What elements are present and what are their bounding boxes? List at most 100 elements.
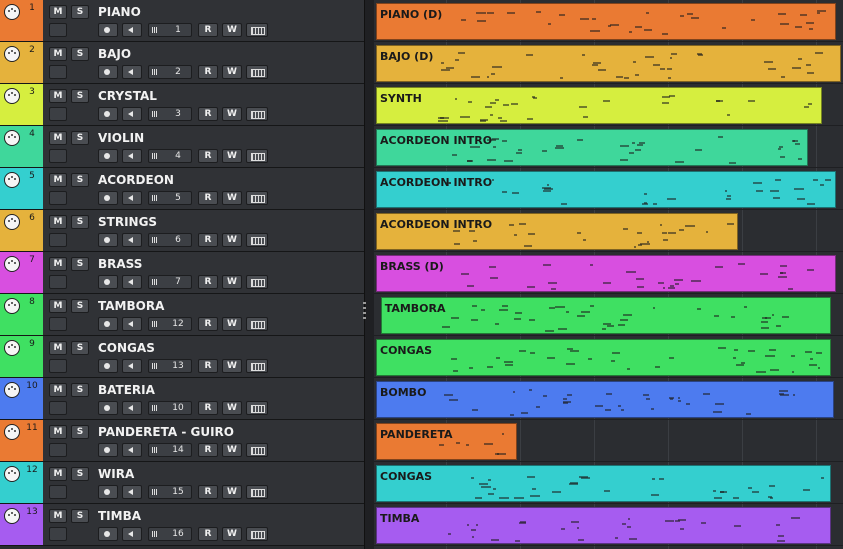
solo-button[interactable]: S bbox=[71, 215, 89, 229]
midi-connector-icon[interactable] bbox=[4, 130, 20, 146]
mute-button[interactable]: M bbox=[49, 173, 67, 187]
midi-part[interactable]: ACORDEON INTRO bbox=[376, 129, 808, 166]
track-row[interactable]: 13 M S TIMBA 16 R W bbox=[0, 504, 364, 546]
track-row[interactable]: 1 M S PIANO 1 R W bbox=[0, 0, 364, 42]
splitter-grip-icon[interactable] bbox=[363, 307, 366, 309]
edit-instrument-button[interactable] bbox=[246, 149, 268, 163]
midi-connector-icon[interactable] bbox=[4, 256, 20, 272]
track-name[interactable]: STRINGS bbox=[98, 215, 157, 229]
mute-button[interactable]: M bbox=[49, 341, 67, 355]
mute-button[interactable]: M bbox=[49, 47, 67, 61]
midi-connector-icon[interactable] bbox=[4, 88, 20, 104]
solo-button[interactable]: S bbox=[71, 425, 89, 439]
track-row[interactable]: 4 M S VIOLIN 4 R W bbox=[0, 126, 364, 168]
channel-selector[interactable]: 14 bbox=[148, 443, 192, 457]
solo-button[interactable]: S bbox=[71, 299, 89, 313]
mute-button[interactable]: M bbox=[49, 383, 67, 397]
solo-button[interactable]: S bbox=[71, 509, 89, 523]
track-row[interactable]: 8 M S TAMBORA 12 R W bbox=[0, 294, 364, 336]
edit-instrument-button[interactable] bbox=[246, 359, 268, 373]
solo-button[interactable]: S bbox=[71, 131, 89, 145]
track-name[interactable]: PIANO bbox=[98, 5, 141, 19]
midi-part[interactable]: TAMBORA bbox=[380, 297, 832, 334]
midi-part[interactable]: BAJO (D) bbox=[376, 45, 841, 82]
splitter-grip-icon[interactable] bbox=[363, 302, 366, 304]
read-automation-button[interactable]: R bbox=[198, 233, 218, 247]
track-name[interactable]: BAJO bbox=[98, 47, 131, 61]
read-automation-button[interactable]: R bbox=[198, 443, 218, 457]
write-automation-button[interactable]: W bbox=[222, 485, 242, 499]
read-automation-button[interactable]: R bbox=[198, 485, 218, 499]
midi-connector-icon[interactable] bbox=[4, 172, 20, 188]
arrange-view[interactable]: PIANO (D) BAJO (D) SYNTH ACORDEON INTRO ACOR… bbox=[374, 0, 843, 549]
midi-connector-icon[interactable] bbox=[4, 298, 20, 314]
midi-connector-icon[interactable] bbox=[4, 466, 20, 482]
channel-selector[interactable]: 4 bbox=[148, 149, 192, 163]
channel-selector[interactable]: 5 bbox=[148, 191, 192, 205]
mute-button[interactable]: M bbox=[49, 467, 67, 481]
edit-instrument-button[interactable] bbox=[246, 485, 268, 499]
write-automation-button[interactable]: W bbox=[222, 23, 242, 37]
write-automation-button[interactable]: W bbox=[222, 401, 242, 415]
splitter-grip-icon[interactable] bbox=[363, 312, 366, 314]
mute-button[interactable]: M bbox=[49, 131, 67, 145]
read-automation-button[interactable]: R bbox=[198, 275, 218, 289]
edit-instrument-button[interactable] bbox=[246, 317, 268, 331]
track-row[interactable]: 11 M S PANDERETA - GUIRO 14 R W bbox=[0, 420, 364, 462]
mute-button[interactable]: M bbox=[49, 5, 67, 19]
read-automation-button[interactable]: R bbox=[198, 23, 218, 37]
track-row[interactable]: 2 M S BAJO 2 R W bbox=[0, 42, 364, 84]
read-automation-button[interactable]: R bbox=[198, 149, 218, 163]
solo-button[interactable]: S bbox=[71, 467, 89, 481]
channel-selector[interactable]: 3 bbox=[148, 107, 192, 121]
write-automation-button[interactable]: W bbox=[222, 443, 242, 457]
read-automation-button[interactable]: R bbox=[198, 317, 218, 331]
mute-button[interactable]: M bbox=[49, 509, 67, 523]
write-automation-button[interactable]: W bbox=[222, 191, 242, 205]
solo-button[interactable]: S bbox=[71, 47, 89, 61]
midi-part[interactable]: CONGAS bbox=[376, 339, 832, 376]
write-automation-button[interactable]: W bbox=[222, 233, 242, 247]
edit-instrument-button[interactable] bbox=[246, 527, 268, 541]
read-automation-button[interactable]: R bbox=[198, 191, 218, 205]
track-name[interactable]: CONGAS bbox=[98, 341, 155, 355]
write-automation-button[interactable]: W bbox=[222, 317, 242, 331]
edit-instrument-button[interactable] bbox=[246, 65, 268, 79]
read-automation-button[interactable]: R bbox=[198, 65, 218, 79]
midi-part[interactable]: TIMBA bbox=[376, 507, 832, 544]
edit-instrument-button[interactable] bbox=[246, 23, 268, 37]
write-automation-button[interactable]: W bbox=[222, 275, 242, 289]
track-name[interactable]: CRYSTAL bbox=[98, 89, 157, 103]
read-automation-button[interactable]: R bbox=[198, 107, 218, 121]
track-row[interactable]: 5 M S ACORDEON 5 R W bbox=[0, 168, 364, 210]
channel-selector[interactable]: 1 bbox=[148, 23, 192, 37]
mute-button[interactable]: M bbox=[49, 215, 67, 229]
midi-connector-icon[interactable] bbox=[4, 382, 20, 398]
solo-button[interactable]: S bbox=[71, 383, 89, 397]
midi-part[interactable]: ACORDEON INTRO bbox=[376, 213, 738, 250]
channel-selector[interactable]: 6 bbox=[148, 233, 192, 247]
track-name[interactable]: BATERIA bbox=[98, 383, 155, 397]
midi-part[interactable]: SYNTH bbox=[376, 87, 822, 124]
write-automation-button[interactable]: W bbox=[222, 65, 242, 79]
edit-instrument-button[interactable] bbox=[246, 191, 268, 205]
midi-part[interactable]: BRASS (D) bbox=[376, 255, 836, 292]
mute-button[interactable]: M bbox=[49, 257, 67, 271]
midi-part[interactable]: CONGAS bbox=[376, 465, 832, 502]
write-automation-button[interactable]: W bbox=[222, 359, 242, 373]
edit-instrument-button[interactable] bbox=[246, 401, 268, 415]
write-automation-button[interactable]: W bbox=[222, 527, 242, 541]
midi-connector-icon[interactable] bbox=[4, 424, 20, 440]
solo-button[interactable]: S bbox=[71, 5, 89, 19]
channel-selector[interactable]: 13 bbox=[148, 359, 192, 373]
midi-part[interactable]: BOMBO bbox=[376, 381, 834, 418]
read-automation-button[interactable]: R bbox=[198, 527, 218, 541]
mute-button[interactable]: M bbox=[49, 299, 67, 313]
track-row[interactable]: 12 M S WIRA 15 R W bbox=[0, 462, 364, 504]
midi-part[interactable]: ACORDEON INTRO bbox=[376, 171, 836, 208]
track-name[interactable]: ACORDEON bbox=[98, 173, 174, 187]
track-name[interactable]: TAMBORA bbox=[98, 299, 164, 313]
mute-button[interactable]: M bbox=[49, 425, 67, 439]
midi-connector-icon[interactable] bbox=[4, 340, 20, 356]
solo-button[interactable]: S bbox=[71, 341, 89, 355]
